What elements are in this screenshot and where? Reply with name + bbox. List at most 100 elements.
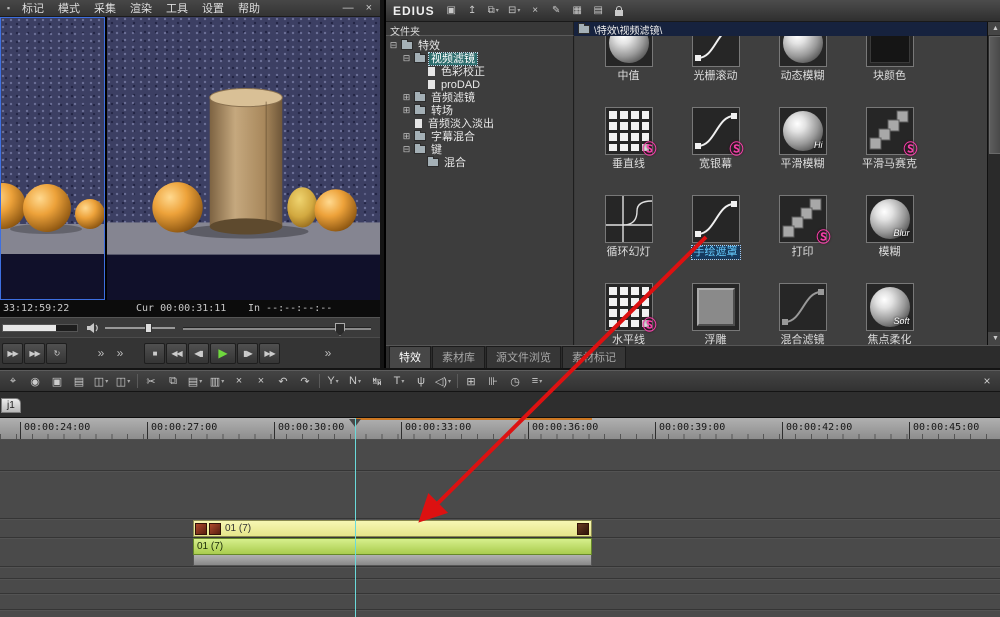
volume-slider-thumb[interactable] (145, 323, 152, 333)
bin-window-icon[interactable]: ▣ (443, 3, 460, 19)
more-controls-right-button[interactable]: » (321, 343, 335, 364)
effect-item-8[interactable]: Ⓢ 平滑马赛克 (846, 107, 933, 195)
play-around-button[interactable]: ▶▶ (2, 342, 23, 364)
left-monitor[interactable] (0, 17, 105, 300)
delete-icon[interactable]: × (230, 372, 248, 390)
lock-icon[interactable] (611, 3, 628, 19)
effect-item-13[interactable]: Ⓢ 水平线 (585, 283, 672, 345)
menu-item-2[interactable]: 模式 (51, 0, 87, 16)
menu-item-6[interactable]: 设置 (195, 0, 231, 16)
paste-icon[interactable]: ▤ ▾ (186, 372, 204, 390)
audio-monitor-icon[interactable]: ◁) ▾ (434, 372, 452, 390)
tree-expander-icon[interactable]: ⊟ (389, 40, 398, 51)
menu-item-4[interactable]: 渲染 (123, 0, 159, 16)
play-button[interactable]: ▶ (210, 342, 236, 364)
tree-expander-icon[interactable]: ⊞ (402, 131, 411, 142)
rewind-button[interactable]: ◀◀ (166, 342, 187, 364)
effect-item-6[interactable]: Ⓢ 宽银幕 (672, 107, 759, 195)
menu-item-3[interactable]: 采集 (87, 0, 123, 16)
scroll-thumb[interactable] (989, 36, 1000, 154)
tree-expander-icon[interactable]: ⊞ (402, 105, 411, 116)
effect-item-16[interactable]: Soft 焦点柔化 (846, 283, 933, 345)
tree-expander-icon[interactable]: ⊞ (402, 92, 411, 103)
copy-icon[interactable]: ⧉ (164, 372, 182, 390)
view-detail-icon[interactable]: ▤ (590, 3, 607, 19)
open-bin-icon[interactable]: ▤ (70, 372, 88, 390)
patch-audio-icon[interactable]: N ▾ (346, 372, 364, 390)
tree-item-9[interactable]: ⊟ 键 (386, 143, 573, 156)
effect-item-2[interactable]: 光栅滚动 (672, 36, 759, 107)
up-folder-icon[interactable]: ↥ (464, 3, 481, 19)
ripple-delete-icon[interactable]: × (252, 372, 270, 390)
effect-item-12[interactable]: Blur 模糊 (846, 195, 933, 283)
effect-item-9[interactable]: 循环幻灯 (585, 195, 672, 283)
previous-frame-button[interactable]: ◀▮ (188, 342, 209, 364)
mixer-grid-icon[interactable]: ⊞ (462, 372, 480, 390)
shuttle-play-button[interactable]: ▶▶ (24, 342, 45, 364)
audio-waveform-area[interactable] (193, 555, 592, 566)
cut-icon[interactable]: ✂ (142, 372, 160, 390)
capture-icon[interactable]: ◉ (26, 372, 44, 390)
add-file-icon[interactable]: ▣ (48, 372, 66, 390)
tree-item-4[interactable]: proDAD (386, 78, 573, 91)
menu-item-1[interactable]: 标记 (15, 0, 51, 16)
effect-item-11[interactable]: Ⓢ 打印 (759, 195, 846, 283)
effects-scrollbar[interactable]: ▲ ▼ (987, 22, 1000, 345)
tree-item-10[interactable]: 混合 (386, 156, 573, 169)
scroll-up-icon[interactable]: ▲ (988, 22, 1000, 35)
tree-item-3[interactable]: 色彩校正 (386, 65, 573, 78)
right-monitor[interactable] (107, 17, 380, 300)
replace-icon[interactable]: ▥ ▾ (208, 372, 226, 390)
effect-item-5[interactable]: Ⓢ 垂直线 (585, 107, 672, 195)
tree-expander-icon[interactable]: ⊟ (402, 53, 411, 64)
effect-item-15[interactable]: 混合滤镜 (759, 283, 846, 345)
loop-play-button[interactable]: ↻ (46, 342, 67, 364)
more-controls-mid-button[interactable]: » (113, 343, 127, 364)
volume-slider[interactable] (105, 323, 175, 333)
effect-item-4[interactable]: 块颜色 (846, 36, 933, 107)
properties-icon[interactable]: ✎ (548, 3, 565, 19)
select-icon[interactable]: ⌖ (4, 372, 22, 390)
tree-item-1[interactable]: ⊟ 特效 (386, 39, 573, 52)
undo-icon[interactable]: ↶ (274, 372, 292, 390)
delete-icon[interactable]: × (527, 3, 544, 19)
tree-item-8[interactable]: ⊞ 字幕混合 (386, 130, 573, 143)
effect-item-3[interactable]: 动态模糊 (759, 36, 846, 107)
speaker-icon[interactable] (86, 322, 100, 334)
position-slider[interactable] (183, 323, 371, 336)
menu-item-7[interactable]: 帮助 (231, 0, 267, 16)
sync-mode-icon[interactable]: ↹ (368, 372, 386, 390)
tab-clip-marker[interactable]: 素材标记 (562, 346, 626, 368)
duration-icon[interactable]: ◷ (506, 372, 524, 390)
save-project-icon[interactable]: ◫ ▾ (92, 372, 110, 390)
timeline-tracks[interactable]: 01 (7) 01 (7) (0, 440, 1000, 617)
tree-item-2[interactable]: ⊟ 视频滤镜 (386, 51, 573, 66)
next-frame-button[interactable]: ▮▶ (237, 342, 258, 364)
view-thumbnail-icon[interactable]: ▦ (569, 3, 586, 19)
stop-button[interactable]: ■ (144, 342, 165, 364)
timeline-ruler[interactable]: 00:00:24:00 00:00:27:00 00:00:30:00 00:00:3… (0, 418, 1000, 440)
clip-progress-bar[interactable] (2, 324, 78, 332)
minimize-button[interactable]: — (343, 2, 354, 14)
video-clip[interactable]: 01 (7) (193, 520, 592, 537)
tab-effects[interactable]: 特效 (389, 346, 431, 368)
export-icon[interactable]: ◫ ▾ (114, 372, 132, 390)
scroll-down-icon[interactable]: ▼ (988, 332, 1000, 345)
fast-forward-button[interactable]: ▶▶ (259, 342, 280, 364)
effect-item-1[interactable]: 中值 (585, 36, 672, 107)
menu-item-5[interactable]: 工具 (159, 0, 195, 16)
sequence-tab[interactable]: j1 (1, 398, 21, 413)
effect-item-10[interactable]: 手绘遮罩 (672, 195, 759, 283)
voiceover-mic-icon[interactable]: ψ (412, 372, 430, 390)
tab-bin[interactable]: 素材库 (432, 346, 485, 368)
effect-item-7[interactable]: Hi 平滑模糊 (759, 107, 846, 195)
more-controls-left-button[interactable]: » (94, 343, 108, 364)
remove-icon[interactable]: ⊟ ▾ (506, 3, 523, 19)
tree-item-7[interactable]: 音频淡入淡出 (386, 117, 573, 130)
timeline-close-icon[interactable]: × (978, 374, 996, 388)
audio-clip[interactable]: 01 (7) (193, 538, 592, 555)
tree-item-6[interactable]: ⊞ 转场 (386, 104, 573, 117)
duplicate-icon[interactable]: ⧉ ▾ (485, 3, 502, 19)
audio-mixer-icon[interactable]: ⊪ (484, 372, 502, 390)
position-slider-thumb[interactable] (335, 323, 345, 336)
